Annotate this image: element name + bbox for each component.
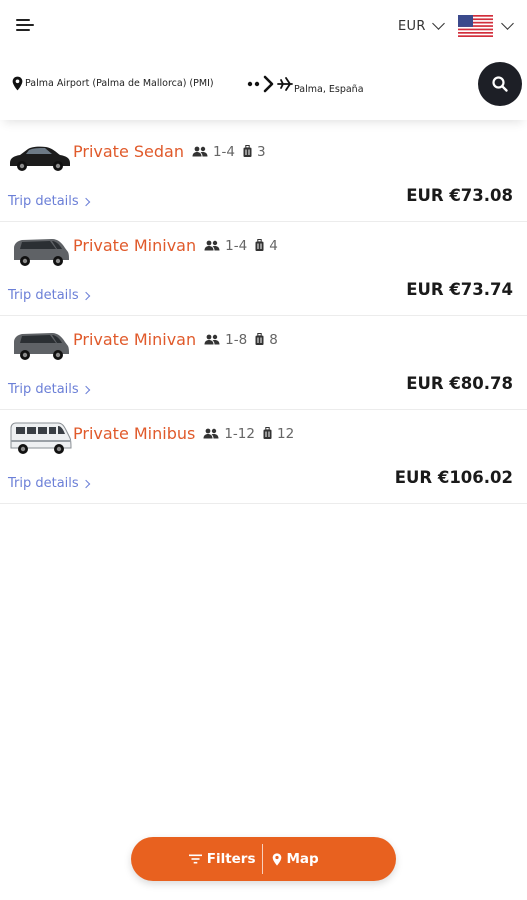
chevron-right-icon (81, 197, 90, 206)
filters-button[interactable]: Filters (131, 837, 262, 881)
price: EUR €106.02 (394, 468, 513, 487)
passenger-count: 1-8 (225, 331, 248, 348)
chevron-right-icon (81, 479, 90, 488)
luggage-icon (255, 239, 264, 251)
passengers-icon (204, 240, 220, 251)
location-pin-icon (12, 76, 23, 91)
vehicle-name: Private Minivan (73, 236, 197, 255)
passenger-count: 1-12 (224, 425, 255, 442)
price: EUR €73.08 (406, 186, 513, 205)
passenger-capacity: 1-4 (204, 238, 247, 254)
search-icon (492, 76, 508, 92)
passenger-capacity: 1-4 (192, 144, 235, 160)
vehicle-name: Private Minibus (73, 424, 196, 443)
passenger-capacity: 1-8 (204, 332, 247, 348)
chevron-right-icon (81, 291, 90, 300)
chevron-down-icon (501, 17, 514, 30)
language-selector[interactable] (458, 14, 514, 38)
passenger-count: 1-4 (212, 143, 236, 160)
filters-map-bar: Filters Map (131, 837, 396, 881)
minivan-image (14, 239, 69, 266)
origin-field[interactable]: Palma Airport (Palma de Mallorca) (PMI) (12, 76, 214, 91)
luggage-icon (263, 427, 272, 439)
result-card[interactable]: Private Minivan 1-4 4 Trip details EUR €… (0, 222, 527, 316)
luggage-count: 8 (269, 331, 278, 348)
luggage-capacity: 4 (255, 238, 278, 254)
result-card[interactable]: Private Minivan 1-8 8 Trip details EUR €… (0, 316, 527, 410)
price: EUR €80.78 (406, 374, 513, 393)
search-button[interactable] (478, 62, 522, 106)
results-list: Private Sedan 1-4 3 Trip details EUR €73… (0, 128, 527, 504)
route-search-bar: Palma Airport (Palma de Mallorca) (PMI) … (0, 52, 527, 120)
result-card[interactable]: Private Sedan 1-4 3 Trip details EUR €73… (0, 128, 527, 222)
luggage-capacity: 12 (263, 426, 294, 442)
luggage-count: 4 (269, 237, 278, 254)
currency-code: EUR (398, 18, 426, 34)
trip-details-label: Trip details (8, 194, 79, 209)
trip-details-link[interactable]: Trip details (8, 476, 90, 491)
trip-details-link[interactable]: Trip details (8, 382, 90, 397)
chevron-right-icon (81, 385, 90, 394)
trip-details-label: Trip details (8, 476, 79, 491)
passenger-capacity: 1-12 (203, 426, 255, 442)
passengers-icon (192, 146, 208, 157)
route-arrow-icon (247, 75, 293, 93)
destination-field[interactable]: Palma, España (294, 77, 364, 96)
map-button[interactable]: Map (263, 837, 397, 881)
trip-details-link[interactable]: Trip details (8, 194, 90, 209)
minibus-image (10, 422, 72, 454)
currency-selector[interactable]: EUR (398, 16, 445, 36)
passengers-icon (203, 428, 219, 439)
luggage-count: 12 (276, 425, 295, 442)
luggage-capacity: 3 (243, 144, 266, 160)
filters-label: Filters (206, 851, 256, 867)
trip-details-link[interactable]: Trip details (8, 288, 90, 303)
passengers-icon (204, 334, 220, 345)
us-flag-icon (458, 15, 493, 37)
luggage-icon (243, 145, 252, 157)
trip-details-label: Trip details (8, 382, 79, 397)
result-card[interactable]: Private Minibus 1-12 12 Trip details EUR… (0, 410, 527, 504)
origin-text: Palma Airport (Palma de Mallorca) (PMI) (25, 78, 214, 89)
top-bar: EUR (0, 0, 527, 52)
minivan-image (14, 333, 69, 360)
filter-icon (188, 854, 202, 864)
luggage-icon (255, 333, 264, 345)
vehicle-name: Private Minivan (73, 330, 197, 349)
chevron-down-icon (431, 17, 445, 30)
sedan-image (10, 146, 70, 171)
map-label: Map (286, 851, 319, 867)
trip-details-label: Trip details (8, 288, 79, 303)
vehicle-name: Private Sedan (73, 142, 184, 161)
map-pin-icon (272, 852, 281, 866)
luggage-capacity: 8 (255, 332, 278, 348)
luggage-count: 3 (257, 143, 266, 160)
destination-text: Palma, España (294, 84, 364, 95)
passenger-count: 1-4 (225, 237, 248, 254)
hamburger-menu-icon[interactable] (16, 17, 36, 33)
price: EUR €73.74 (406, 280, 513, 299)
